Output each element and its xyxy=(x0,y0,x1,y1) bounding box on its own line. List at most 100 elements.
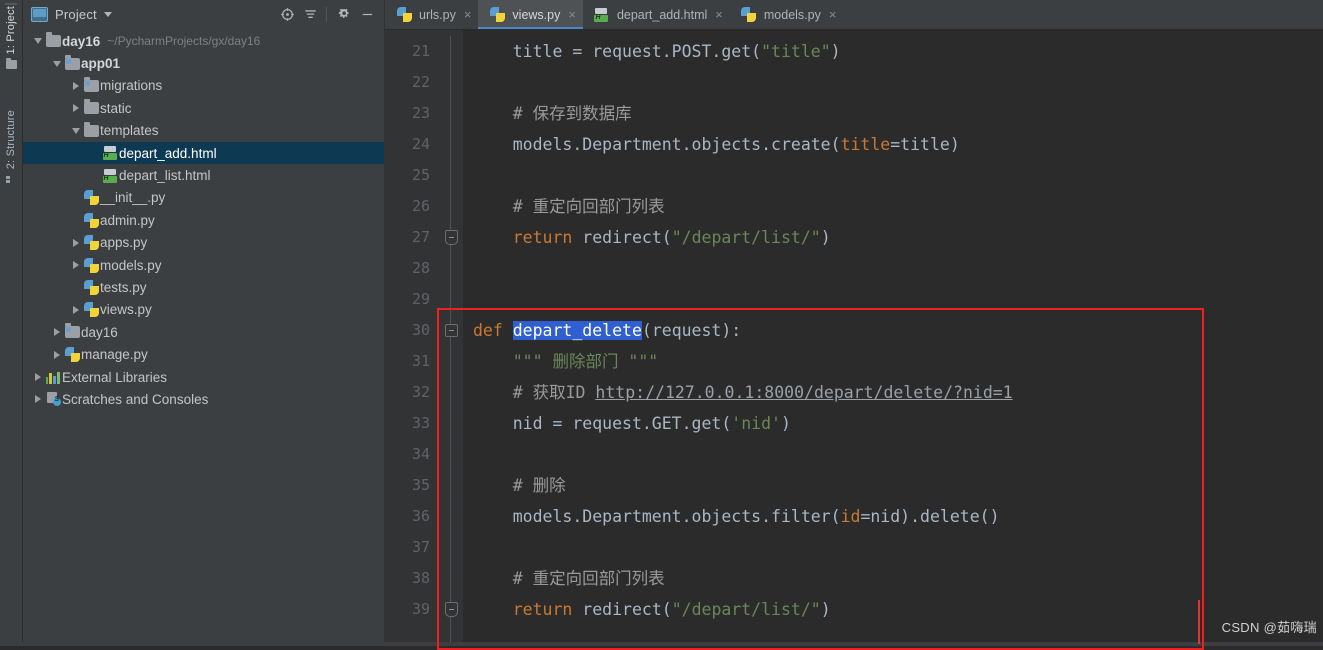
chevron-right-icon[interactable] xyxy=(69,305,82,314)
chevron-right-icon[interactable] xyxy=(50,350,63,359)
code-line[interactable] xyxy=(463,160,1323,191)
project-tool-window: Project day16 ~/PycharmProjects/gx/day16… xyxy=(23,0,385,646)
chevron-right-icon[interactable] xyxy=(69,81,82,90)
close-icon[interactable]: × xyxy=(713,8,723,21)
chevron-right-icon[interactable] xyxy=(69,261,82,270)
toolbar-separator xyxy=(326,6,327,22)
line-number: 30 xyxy=(411,321,430,339)
code-line[interactable]: """ 删除部门 """ xyxy=(463,346,1323,377)
tree-row--init-py[interactable]: __init__.py xyxy=(23,187,384,209)
tree-row-label: External Libraries xyxy=(62,369,168,385)
line-number: 36 xyxy=(411,507,430,525)
line-number: 31 xyxy=(411,352,430,370)
tree-row-manage-py[interactable]: manage.py xyxy=(23,343,384,365)
editor-tab-views-py[interactable]: views.py × xyxy=(478,0,583,29)
project-file-tree[interactable]: day16 ~/PycharmProjects/gx/day16 app01 migr… xyxy=(23,28,384,646)
html-file-icon xyxy=(101,168,119,183)
code-line[interactable] xyxy=(463,253,1323,284)
code-line[interactable] xyxy=(463,439,1323,470)
code-line[interactable]: # 重定向回部门列表 xyxy=(463,563,1323,594)
code-folding-gutter[interactable] xyxy=(439,30,463,646)
code-content[interactable]: title = request.POST.get("title") # 保存到数… xyxy=(463,30,1323,646)
code-token: # 重定向回部门列表 xyxy=(473,569,665,588)
tool-tab-structure[interactable]: 2: Structure xyxy=(0,108,22,184)
editor-tab-urls-py[interactable]: urls.py × xyxy=(385,0,478,29)
tree-row-templates[interactable]: templates xyxy=(23,120,384,142)
editor-tab-label: views.py xyxy=(512,7,561,22)
line-number: 35 xyxy=(411,476,430,494)
code-line[interactable]: nid = request.GET.get('nid') xyxy=(463,408,1323,439)
tree-row-admin-py[interactable]: admin.py xyxy=(23,209,384,231)
editor-tab-models-py[interactable]: models.py × xyxy=(730,0,844,29)
tree-row-depart-list-html[interactable]: depart_list.html xyxy=(23,164,384,186)
line-number: 34 xyxy=(411,445,430,463)
close-icon[interactable]: × xyxy=(462,8,472,21)
chevron-down-icon[interactable] xyxy=(31,38,44,45)
code-line[interactable]: # 重定向回部门列表 xyxy=(463,191,1323,222)
tree-row-label: migrations xyxy=(100,78,163,94)
code-line[interactable]: models.Department.objects.filter(id=nid)… xyxy=(463,501,1323,532)
chevron-right-icon[interactable] xyxy=(69,238,82,247)
line-number: 28 xyxy=(411,259,430,277)
fold-marker-icon[interactable] xyxy=(439,315,463,346)
settings-gear-icon[interactable] xyxy=(333,3,355,25)
python-file-icon xyxy=(82,235,100,251)
code-token: 'nid' xyxy=(731,414,781,433)
tree-row-static[interactable]: static xyxy=(23,97,384,119)
tree-row-app01[interactable]: app01 xyxy=(23,52,384,74)
line-number: 37 xyxy=(411,538,430,556)
tree-row-migrations[interactable]: migrations xyxy=(23,75,384,97)
tree-row-label: Scratches and Consoles xyxy=(62,391,209,407)
chevron-right-icon[interactable] xyxy=(69,104,82,113)
chevron-right-icon[interactable] xyxy=(50,328,63,337)
code-line[interactable]: models.Department.objects.create(title=t… xyxy=(463,129,1323,160)
tree-row-label: admin.py xyxy=(100,212,155,228)
code-line[interactable] xyxy=(463,67,1323,98)
external-libraries-icon xyxy=(44,371,62,384)
close-icon[interactable]: × xyxy=(827,8,837,21)
code-line[interactable]: def depart_delete(request): xyxy=(463,315,1323,346)
tree-row-day16[interactable]: day16 ~/PycharmProjects/gx/day16 xyxy=(23,30,384,52)
chevron-right-icon[interactable] xyxy=(31,373,44,382)
locate-icon[interactable] xyxy=(276,3,298,25)
tree-row-scratches-and-consoles[interactable]: Scratches and Consoles xyxy=(23,388,384,410)
tree-row-models-py[interactable]: models.py xyxy=(23,254,384,276)
tree-row-day16[interactable]: day16 xyxy=(23,321,384,343)
tree-row-apps-py[interactable]: apps.py xyxy=(23,232,384,254)
close-icon[interactable]: × xyxy=(566,8,576,21)
fold-marker-icon[interactable] xyxy=(439,222,463,253)
tree-row-depart-add-html[interactable]: depart_add.html xyxy=(23,141,384,165)
code-line[interactable] xyxy=(463,284,1323,315)
hide-panel-icon[interactable] xyxy=(356,3,378,25)
code-line[interactable]: return redirect("/depart/list/") xyxy=(463,222,1323,253)
tool-tab-project[interactable]: 1: Project xyxy=(0,3,22,70)
code-line[interactable] xyxy=(463,532,1323,563)
module-folder-icon xyxy=(63,323,81,339)
code-line[interactable]: # 保存到数据库 xyxy=(463,98,1323,129)
collapse-all-icon[interactable] xyxy=(299,3,321,25)
tree-row-tests-py[interactable]: tests.py xyxy=(23,276,384,298)
code-line[interactable]: # 删除 xyxy=(463,470,1323,501)
chevron-right-icon[interactable] xyxy=(31,395,44,404)
line-number: 38 xyxy=(411,569,430,587)
line-number: 22 xyxy=(411,73,430,91)
folder-icon xyxy=(82,99,100,115)
tree-row-views-py[interactable]: views.py xyxy=(23,299,384,321)
code-line[interactable]: # 获取ID http://127.0.0.1:8000/depart/dele… xyxy=(463,377,1323,408)
code-line[interactable]: title = request.POST.get("title") xyxy=(463,36,1323,67)
editor-tab-bar[interactable]: urls.py×views.py×depart_add.html×models.… xyxy=(385,0,1323,30)
tree-row-external-libraries[interactable]: External Libraries xyxy=(23,366,384,388)
chevron-down-icon[interactable] xyxy=(69,127,82,134)
editor-tab-depart-add-html[interactable]: depart_add.html × xyxy=(583,0,730,29)
chevron-down-icon[interactable] xyxy=(103,11,112,17)
fold-marker-icon[interactable] xyxy=(439,594,463,625)
code-line[interactable]: return redirect("/depart/list/") xyxy=(463,594,1323,625)
chevron-down-icon[interactable] xyxy=(50,60,63,67)
